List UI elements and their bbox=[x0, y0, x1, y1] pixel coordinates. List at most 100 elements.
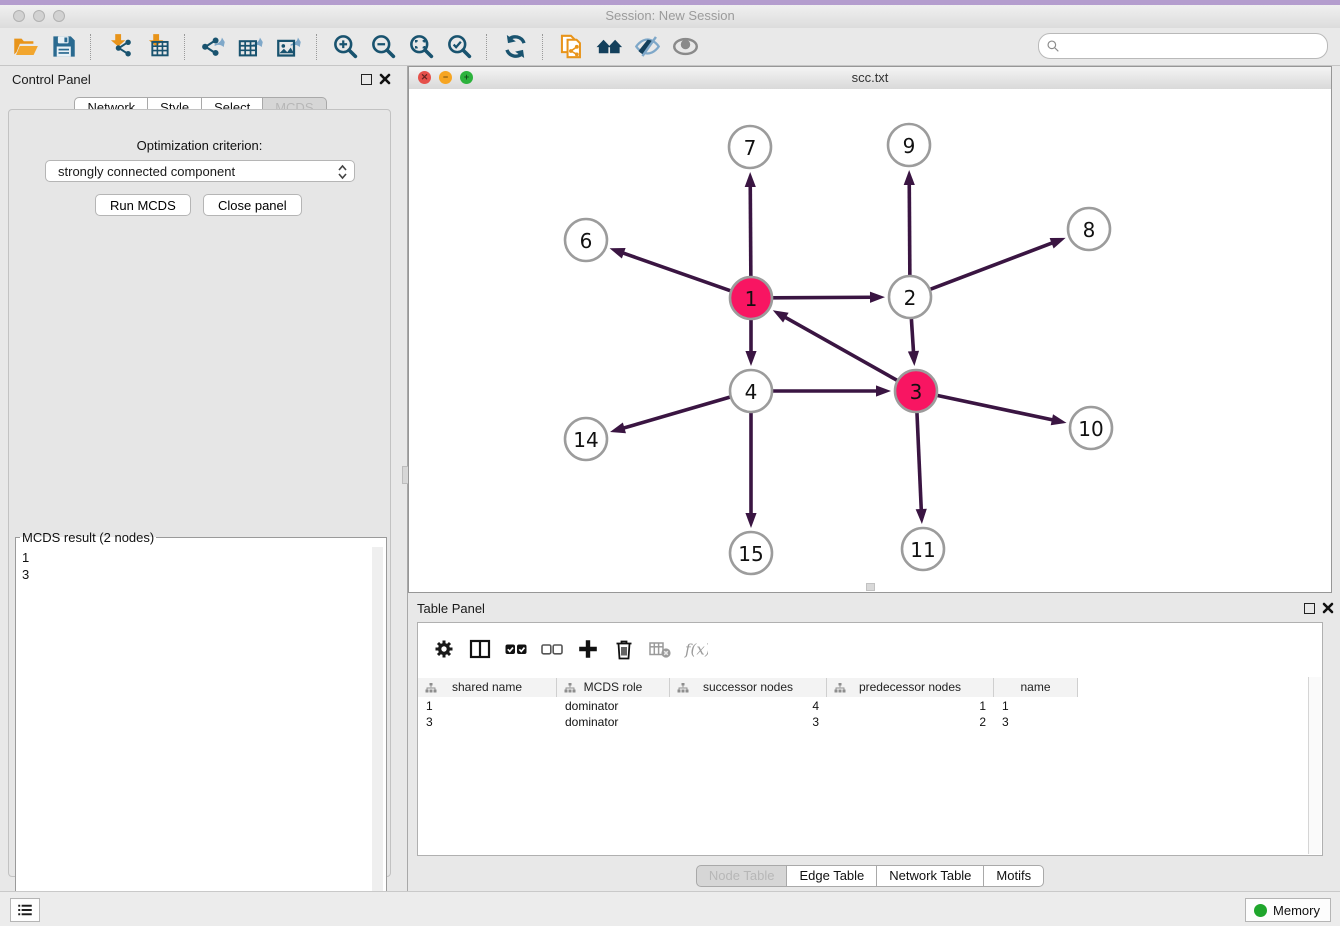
cell-predecessor-nodes[interactable]: 1 bbox=[827, 698, 994, 714]
graph-edge-2-9[interactable] bbox=[909, 183, 910, 275]
float-panel-icon[interactable] bbox=[361, 74, 372, 85]
memory-button[interactable]: Memory bbox=[1245, 898, 1331, 922]
arrowhead-icon bbox=[1050, 238, 1066, 249]
result-scrollbar[interactable] bbox=[372, 547, 383, 900]
export-network-icon[interactable] bbox=[196, 32, 230, 62]
dropdown-value: strongly connected component bbox=[58, 164, 235, 179]
arrowhead-icon bbox=[908, 351, 919, 366]
graph-node-9[interactable]: 9 bbox=[888, 124, 930, 166]
graph-node-7[interactable]: 7 bbox=[729, 126, 771, 168]
close-panel-button[interactable]: Close panel bbox=[203, 194, 302, 216]
open-icon[interactable] bbox=[8, 32, 42, 62]
graph-node-6[interactable]: 6 bbox=[565, 219, 607, 261]
float-table-panel-icon[interactable] bbox=[1304, 603, 1315, 614]
graph-node-15[interactable]: 15 bbox=[730, 532, 772, 574]
cell-shared-name[interactable]: 3 bbox=[418, 714, 557, 730]
graph-edge-2-3[interactable] bbox=[911, 319, 913, 353]
select-all-icon[interactable] bbox=[498, 634, 534, 664]
zoom-out-icon[interactable] bbox=[366, 32, 400, 62]
graph-edge-1-7[interactable] bbox=[750, 185, 751, 276]
cell-MCDS-role[interactable]: dominator bbox=[557, 698, 670, 714]
node-label: 1 bbox=[745, 287, 758, 311]
table-row[interactable]: 1dominator411 bbox=[418, 698, 1324, 714]
cell-MCDS-role[interactable]: dominator bbox=[557, 714, 670, 730]
network-canvas[interactable]: 7 9 6 8 1 2 4 3 14 10 15 11 bbox=[409, 89, 1331, 592]
table-row[interactable]: 3dominator323 bbox=[418, 714, 1324, 730]
panel-splitter[interactable] bbox=[401, 66, 408, 891]
graph-edge-4-14[interactable] bbox=[622, 397, 729, 428]
status-bar: Memory bbox=[0, 891, 1340, 926]
graph-node-8[interactable]: 8 bbox=[1068, 208, 1110, 250]
arrowhead-icon bbox=[773, 310, 789, 322]
node-label: 8 bbox=[1083, 218, 1096, 242]
table-scrollbar[interactable] bbox=[1308, 677, 1321, 854]
tab-edge-table[interactable]: Edge Table bbox=[786, 865, 877, 887]
birds-eye-icon[interactable] bbox=[668, 32, 702, 62]
zoom-fit-icon[interactable] bbox=[404, 32, 438, 62]
control-panel: Control Panel NetworkStyleSelectMCDS Opt… bbox=[0, 66, 401, 891]
home-view-icon[interactable] bbox=[592, 32, 626, 62]
add-icon[interactable] bbox=[570, 634, 606, 664]
column-header-shared-name[interactable]: shared name bbox=[418, 678, 557, 697]
canvas-resize-handle[interactable] bbox=[866, 583, 875, 591]
settings-icon[interactable] bbox=[426, 634, 462, 664]
graph-edge-1-6[interactable] bbox=[622, 253, 730, 291]
import-network-icon[interactable] bbox=[102, 32, 136, 62]
task-history-icon[interactable] bbox=[10, 898, 40, 922]
arrowhead-icon bbox=[1051, 414, 1067, 425]
refresh-layout-icon[interactable] bbox=[498, 32, 532, 62]
graph-edge-2-8[interactable] bbox=[931, 242, 1054, 289]
graph-edge-1-2[interactable] bbox=[773, 297, 872, 298]
columns-icon[interactable] bbox=[462, 634, 498, 664]
save-icon[interactable] bbox=[46, 32, 80, 62]
cell-successor-nodes[interactable]: 3 bbox=[670, 714, 827, 730]
cell-shared-name[interactable]: 1 bbox=[418, 698, 557, 714]
toolbar-separator bbox=[486, 34, 488, 60]
column-header-name[interactable]: name bbox=[994, 678, 1078, 697]
toolbar-separator bbox=[90, 34, 92, 60]
deselect-all-icon[interactable] bbox=[534, 634, 570, 664]
network-graph: 7 9 6 8 1 2 4 3 14 10 15 11 bbox=[409, 89, 1331, 592]
arrowhead-icon bbox=[745, 351, 756, 366]
graphics-details-icon[interactable] bbox=[630, 32, 664, 62]
cell-successor-nodes[interactable]: 4 bbox=[670, 698, 827, 714]
cell-predecessor-nodes[interactable]: 2 bbox=[827, 714, 994, 730]
tab-node-table[interactable]: Node Table bbox=[696, 865, 788, 887]
graph-edge-3-10[interactable] bbox=[938, 396, 1054, 421]
svg-text:f(x): f(x) bbox=[684, 641, 708, 659]
delete-icon[interactable] bbox=[606, 634, 642, 664]
column-header-predecessor-nodes[interactable]: predecessor nodes bbox=[827, 678, 994, 697]
graph-node-14[interactable]: 14 bbox=[565, 418, 607, 460]
run-mcds-button[interactable]: Run MCDS bbox=[95, 194, 191, 216]
tab-network-table[interactable]: Network Table bbox=[876, 865, 984, 887]
graph-node-11[interactable]: 11 bbox=[902, 528, 944, 570]
graph-node-10[interactable]: 10 bbox=[1070, 407, 1112, 449]
graph-edge-3-11[interactable] bbox=[917, 413, 921, 511]
import-table-icon[interactable] bbox=[140, 32, 174, 62]
column-header-MCDS-role[interactable]: MCDS role bbox=[557, 678, 670, 697]
column-header-successor-nodes[interactable]: successor nodes bbox=[670, 678, 827, 697]
search-input[interactable] bbox=[1065, 36, 1319, 56]
close-table-panel-icon[interactable] bbox=[1321, 601, 1335, 615]
cell-name[interactable]: 3 bbox=[994, 714, 1078, 730]
network-view-title: scc.txt bbox=[409, 70, 1331, 85]
function-icon: f(x) bbox=[678, 634, 714, 664]
duplicate-network-icon[interactable] bbox=[554, 32, 588, 62]
arrowhead-icon bbox=[745, 513, 756, 528]
graph-node-1[interactable]: 1 bbox=[730, 277, 772, 319]
graph-node-4[interactable]: 4 bbox=[730, 370, 772, 412]
export-table-icon[interactable] bbox=[234, 32, 268, 62]
graph-edge-3-1[interactable] bbox=[784, 317, 897, 381]
graph-node-3[interactable]: 3 bbox=[895, 370, 937, 412]
optimization-criterion-dropdown[interactable]: strongly connected component bbox=[45, 160, 355, 182]
table-panel: Table Panel f(x) shared nameMCDS rolesuc… bbox=[408, 595, 1332, 891]
chevron-up-down-icon bbox=[337, 164, 348, 187]
close-panel-icon[interactable] bbox=[378, 72, 392, 86]
tab-motifs[interactable]: Motifs bbox=[983, 865, 1044, 887]
export-image-icon[interactable] bbox=[272, 32, 306, 62]
application-window: Session: New Session Control Panel Netwo… bbox=[0, 0, 1340, 926]
graph-node-2[interactable]: 2 bbox=[889, 276, 931, 318]
zoom-selected-icon[interactable] bbox=[442, 32, 476, 62]
zoom-in-icon[interactable] bbox=[328, 32, 362, 62]
cell-name[interactable]: 1 bbox=[994, 698, 1078, 714]
